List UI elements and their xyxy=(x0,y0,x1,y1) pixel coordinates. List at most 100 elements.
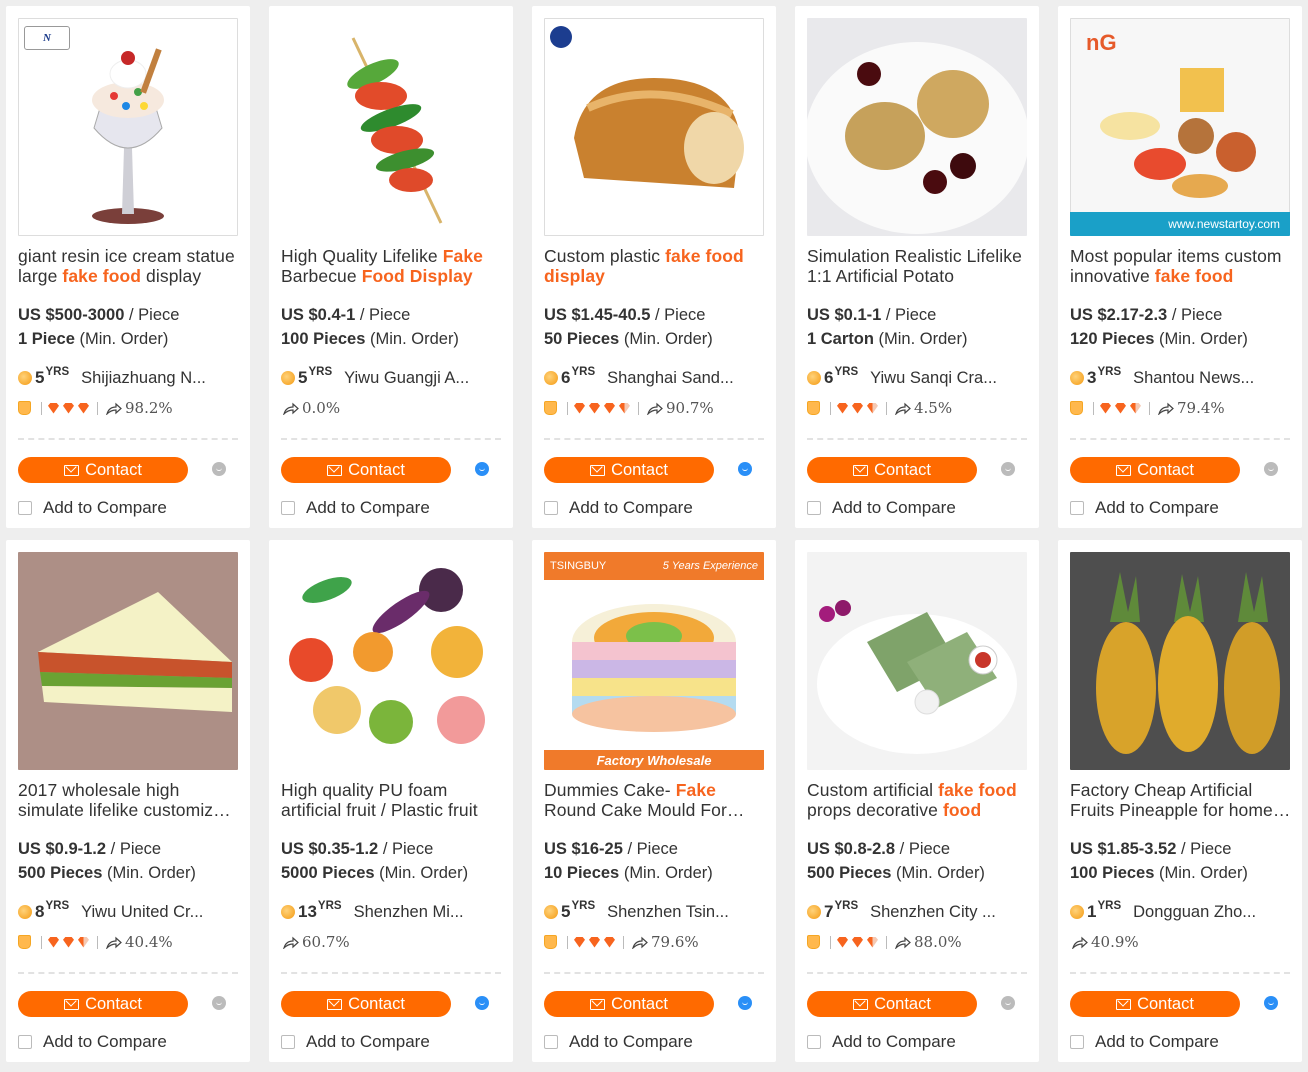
chat-status-icon[interactable] xyxy=(212,996,226,1010)
product-image[interactable]: nG www.newstartoy.com xyxy=(1070,18,1290,236)
supplier-ratings: 98.2% xyxy=(18,398,242,418)
product-image[interactable] xyxy=(18,552,238,770)
add-to-compare[interactable]: Add to Compare xyxy=(544,498,693,518)
add-to-compare[interactable]: Add to Compare xyxy=(544,1032,693,1052)
supplier-ratings: 90.7% xyxy=(544,398,768,418)
product-image[interactable] xyxy=(544,18,764,236)
supplier-name-link[interactable]: Yiwu United Cr... xyxy=(81,903,203,922)
product-title-link[interactable]: Custom plastic fake food display xyxy=(544,246,766,286)
diamond-rating-icon xyxy=(574,936,585,948)
supplier-name-link[interactable]: Shantou News... xyxy=(1133,369,1254,388)
diamond-rating-icon xyxy=(837,402,848,414)
compare-checkbox[interactable] xyxy=(807,1035,821,1049)
title-text: display xyxy=(141,266,202,286)
product-title-link[interactable]: Factory Cheap Artificial Fruits Pineappl… xyxy=(1070,780,1292,820)
add-to-compare[interactable]: Add to Compare xyxy=(1070,1032,1219,1052)
supplier-name-link[interactable]: Dongguan Zho... xyxy=(1133,903,1256,922)
share-arrow-icon xyxy=(895,402,911,415)
add-to-compare[interactable]: Add to Compare xyxy=(807,1032,956,1052)
compare-checkbox[interactable] xyxy=(281,1035,295,1049)
chat-status-icon[interactable] xyxy=(1001,996,1015,1010)
product-title-link[interactable]: Most popular items custom innovative fak… xyxy=(1070,246,1292,286)
min-order: 500 Pieces (Min. Order) xyxy=(807,864,985,883)
price-value: US $0.35-1.2 xyxy=(281,840,379,858)
chat-status-icon[interactable] xyxy=(1264,996,1278,1010)
price-range: US $0.9-1.2 / Piece xyxy=(18,840,161,859)
divider xyxy=(567,935,568,949)
contact-button[interactable]: Contact xyxy=(18,457,188,483)
supplier-name-link[interactable]: Shenzhen City ... xyxy=(870,903,996,922)
compare-checkbox[interactable] xyxy=(1070,501,1084,515)
diamond-rating-icon xyxy=(1130,402,1141,414)
compare-checkbox[interactable] xyxy=(1070,1035,1084,1049)
gold-supplier-icon xyxy=(544,371,558,385)
contact-button[interactable]: Contact xyxy=(807,991,977,1017)
add-to-compare[interactable]: Add to Compare xyxy=(281,1032,430,1052)
contact-button[interactable]: Contact xyxy=(281,991,451,1017)
contact-button[interactable]: Contact xyxy=(544,457,714,483)
product-image[interactable] xyxy=(807,552,1027,770)
supplier-name-link[interactable]: Yiwu Sanqi Cra... xyxy=(870,369,997,388)
supplier-ratings: 60.7% xyxy=(281,932,505,952)
response-rate: 0.0% xyxy=(283,399,340,417)
compare-checkbox[interactable] xyxy=(18,1035,32,1049)
title-text: Custom artificial xyxy=(807,780,939,800)
product-title-link[interactable]: Custom artificial fake food props decora… xyxy=(807,780,1029,820)
mail-icon xyxy=(327,998,343,1010)
add-to-compare[interactable]: Add to Compare xyxy=(807,498,956,518)
supplier-name-link[interactable]: Shanghai Sand... xyxy=(607,369,734,388)
product-title-link[interactable]: Dummies Cake- Fake Round Cake Mould For … xyxy=(544,780,766,820)
supplier-name-link[interactable]: Shenzhen Mi... xyxy=(354,903,464,922)
diamond-rating-icon xyxy=(63,402,74,414)
supplier-ratings: 0.0% xyxy=(281,398,505,418)
compare-checkbox[interactable] xyxy=(544,501,558,515)
divider xyxy=(97,935,98,949)
product-image[interactable] xyxy=(281,18,501,236)
product-image[interactable] xyxy=(1070,552,1290,770)
chat-status-icon[interactable] xyxy=(738,462,752,476)
diamond-rating-icon xyxy=(604,402,615,414)
add-to-compare[interactable]: Add to Compare xyxy=(18,498,167,518)
add-to-compare[interactable]: Add to Compare xyxy=(1070,498,1219,518)
supplier-name-link[interactable]: Shijiazhuang N... xyxy=(81,369,206,388)
contact-button[interactable]: Contact xyxy=(281,457,451,483)
product-image[interactable]: N xyxy=(18,18,238,236)
chat-status-icon[interactable] xyxy=(475,996,489,1010)
chat-status-icon[interactable] xyxy=(1264,462,1278,476)
contact-button[interactable]: Contact xyxy=(807,457,977,483)
supplier-name-link[interactable]: Yiwu Guangji A... xyxy=(344,369,469,388)
min-order: 10 Pieces (Min. Order) xyxy=(544,864,713,883)
diamond-rating-icon xyxy=(48,936,59,948)
product-title-link[interactable]: giant resin ice cream statue large fake … xyxy=(18,246,240,286)
min-order-label: (Min. Order) xyxy=(365,330,459,348)
response-rate-value: 60.7% xyxy=(302,933,350,951)
product-title-link[interactable]: High Quality Lifelike Fake Barbecue Food… xyxy=(281,246,503,286)
product-image[interactable] xyxy=(281,552,501,770)
contact-button[interactable]: Contact xyxy=(1070,991,1240,1017)
min-order-label: (Min. Order) xyxy=(1154,330,1248,348)
product-image[interactable] xyxy=(807,18,1027,236)
contact-button[interactable]: Contact xyxy=(18,991,188,1017)
product-card: TSINGBUY 5 Years Experience Factory Whole… xyxy=(532,540,776,1062)
title-keyword-highlight: Fake xyxy=(675,780,716,800)
add-to-compare[interactable]: Add to Compare xyxy=(281,498,430,518)
contact-label: Contact xyxy=(1137,994,1194,1013)
product-title-link[interactable]: High quality PU foam artificial fruit / … xyxy=(281,780,503,820)
product-image[interactable]: TSINGBUY 5 Years Experience Factory Whole… xyxy=(544,552,764,770)
product-card: High quality PU foam artificial fruit / … xyxy=(269,540,513,1062)
chat-status-icon[interactable] xyxy=(212,462,226,476)
chat-status-icon[interactable] xyxy=(738,996,752,1010)
chat-status-icon[interactable] xyxy=(475,462,489,476)
contact-button[interactable]: Contact xyxy=(1070,457,1240,483)
chat-status-icon[interactable] xyxy=(1001,462,1015,476)
compare-checkbox[interactable] xyxy=(18,501,32,515)
compare-checkbox[interactable] xyxy=(544,1035,558,1049)
supplier-name-link[interactable]: Shenzhen Tsin... xyxy=(607,903,729,922)
product-title-link[interactable]: 2017 wholesale high simulate lifelike cu… xyxy=(18,780,240,820)
compare-checkbox[interactable] xyxy=(281,501,295,515)
compare-checkbox[interactable] xyxy=(807,501,821,515)
contact-button[interactable]: Contact xyxy=(544,991,714,1017)
product-title-link[interactable]: Simulation Realistic Lifelike 1:1 Artifi… xyxy=(807,246,1029,286)
add-to-compare[interactable]: Add to Compare xyxy=(18,1032,167,1052)
min-order-label: (Min. Order) xyxy=(619,330,713,348)
